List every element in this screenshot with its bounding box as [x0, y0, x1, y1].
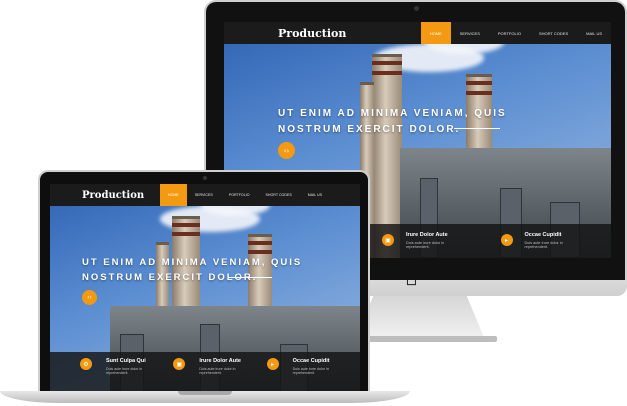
feature-item: ▸ Occae Cupidit Duis aute irure dolor in…	[493, 230, 612, 258]
megaphone-icon: ▸	[500, 234, 513, 246]
features-strip: ⚙ Sunt Culpa Qui Duis aute irure dolor i…	[50, 352, 360, 394]
nav-item-short-codes[interactable]: SHORT CODES	[530, 22, 577, 44]
megaphone-icon: ▸	[266, 358, 279, 370]
feature-description: Duis aute irure dolor in reprehenderit.	[292, 367, 329, 375]
headline-divider	[228, 277, 272, 278]
hero-headline: UT ENIM AD MINIMA VENIAM, QUIS NOSTRUM E…	[82, 256, 302, 285]
imac-camera	[414, 6, 419, 11]
nav-item-services[interactable]: SERVICES	[451, 22, 489, 44]
feature-description: Duis aute irure dolor in reprehenderit.	[524, 241, 563, 249]
device-mockup:  Production HOME SERVICES PORTFOLIO	[0, 0, 627, 406]
feature-description: Duis aute irure dolor in reprehenderit.	[199, 367, 236, 375]
feature-title[interactable]: Irure Dolor Aute	[199, 358, 243, 364]
feature-title[interactable]: Irure Dolor Aute	[406, 232, 450, 238]
nav-item-mail-us[interactable]: MAIL US	[577, 22, 611, 44]
feature-title[interactable]: Occae Cupidit	[293, 358, 337, 364]
imac-stand	[355, 296, 485, 340]
nav-item-home[interactable]: HOME	[420, 22, 451, 44]
feature-description: Duis aute irure dolor in reprehenderit.	[406, 241, 445, 249]
feature-title[interactable]: Occae Cupidit	[525, 232, 569, 238]
laptop-lid: Production HOME SERVICES PORTFOLIO SHORT…	[38, 170, 370, 394]
slider-toggle-button[interactable]: ‹›	[278, 142, 295, 159]
nav-item-portfolio[interactable]: PORTFOLIO	[489, 22, 530, 44]
hero-headline-line2: NOSTRUM EXERCIT DOLOR.	[278, 123, 461, 135]
site-navbar: Production HOME SERVICES PORTFOLIO SHORT…	[50, 184, 360, 206]
feature-item: ▣ Irure Dolor Aute Duis aute irure dolor…	[173, 358, 266, 394]
feature-title[interactable]: Sunt Culpa Qui	[106, 358, 150, 364]
nav-menu: HOME SERVICES PORTFOLIO SHORT CODES MAIL…	[420, 22, 611, 44]
site-logo[interactable]: Production	[82, 190, 144, 201]
headline-divider	[454, 128, 500, 129]
nav-item-portfolio[interactable]: PORTFOLIO	[221, 184, 258, 206]
nav-item-services[interactable]: SERVICES	[187, 184, 221, 206]
feature-item: ▣ Irure Dolor Aute Duis aute irure dolor…	[374, 230, 493, 258]
laptop-camera	[203, 176, 207, 180]
nav-menu: HOME SERVICES PORTFOLIO SHORT CODES MAIL…	[159, 184, 330, 206]
hero-headline: UT ENIM AD MINIMA VENIAM, QUIS NOSTRUM E…	[278, 106, 507, 137]
site-logo[interactable]: Production	[278, 27, 346, 40]
laptop-notch	[178, 391, 232, 395]
hero-headline-line1: UT ENIM AD MINIMA VENIAM, QUIS	[82, 257, 303, 268]
slider-toggle-button[interactable]: ‹›	[82, 290, 97, 305]
arrows-icon: ‹›	[283, 146, 290, 155]
briefcase-icon: ▣	[173, 358, 186, 370]
arrows-icon: ‹›	[87, 294, 92, 301]
hero-headline-line2: NOSTRUM EXERCIT DOLOR.	[82, 271, 258, 283]
briefcase-icon: ▣	[382, 234, 394, 246]
nav-item-home[interactable]: HOME	[159, 184, 187, 206]
feature-description: Duis aute irure dolor in reprehenderit.	[106, 367, 143, 375]
nav-item-short-codes[interactable]: SHORT CODES	[258, 184, 300, 206]
feature-item: ⚙ Sunt Culpa Qui Duis aute irure dolor i…	[80, 358, 173, 394]
hero-headline-line1: UT ENIM AD MINIMA VENIAM, QUIS	[278, 108, 507, 119]
nav-item-mail-us[interactable]: MAIL US	[300, 184, 330, 206]
feature-item: ▸ Occae Cupidit Duis aute irure dolor in…	[266, 358, 360, 394]
gear-icon: ⚙	[80, 358, 92, 370]
site-navbar: Production HOME SERVICES PORTFOLIO SHORT…	[224, 22, 611, 44]
laptop-screen: Production HOME SERVICES PORTFOLIO SHORT…	[50, 184, 360, 394]
